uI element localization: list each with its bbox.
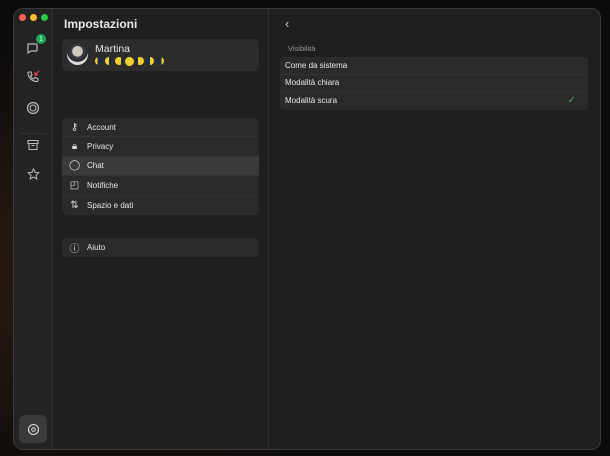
option-label: Come da sistema [285, 60, 348, 70]
menu-item-privacy[interactable]: 🔒︎ Privacy [62, 137, 259, 157]
maximize-button[interactable] [41, 14, 48, 21]
menu-item-label: Aiuto [87, 243, 106, 253]
starred-button[interactable] [22, 163, 44, 185]
minimize-button[interactable] [30, 14, 37, 21]
menu-item-label: Notifiche [87, 180, 119, 190]
detail-pane: ‹ Visibilità Come da sistema Modalità ch… [269, 9, 600, 449]
settings-button[interactable] [19, 415, 47, 443]
star-icon [26, 167, 40, 180]
nav-rail: 1 [14, 9, 53, 449]
profile-status-moons [95, 57, 164, 66]
archive-button[interactable] [22, 134, 44, 156]
phone-missed-icon [27, 70, 40, 83]
close-button[interactable] [19, 14, 26, 21]
profile-name: Martina [95, 43, 131, 55]
menu-item-account[interactable]: ⚷ Account [62, 118, 259, 138]
menu-item-chat[interactable]: ◯ Chat [62, 156, 259, 177]
menu-item-label: Chat [87, 161, 104, 171]
moon-icon [156, 57, 164, 65]
lock-icon: 🔒︎ [71, 141, 78, 153]
avatar [67, 44, 88, 65]
info-icon: ⓘ [69, 244, 80, 256]
option-system[interactable]: Come da sistema [280, 57, 588, 75]
menu-item-notifiche[interactable]: ◰ Notifiche [62, 176, 259, 196]
status-icon [26, 101, 40, 115]
option-light[interactable]: Modalità chiara [280, 75, 588, 92]
profile-card[interactable]: Martina [62, 39, 259, 71]
moon-icon [95, 57, 103, 65]
chat-bubble-icon: ◯ [69, 160, 81, 172]
window-controls [19, 14, 48, 21]
settings-panel: Impostazioni Martina ⚷ Account 🔒︎ Privacy … [53, 9, 269, 449]
archive-icon [27, 140, 39, 150]
key-icon: ⚷ [70, 121, 79, 133]
theme-options: Come da sistema Modalità chiara Modalità… [280, 57, 588, 110]
moon-icon [115, 57, 123, 65]
notification-icon: ◰ [69, 179, 80, 191]
back-button[interactable]: ‹ [285, 16, 289, 31]
moon-icon [146, 57, 154, 65]
arrows-updown-icon: ⇅ [70, 199, 79, 211]
checkmark-icon: ✓ [567, 95, 576, 107]
moon-icon [136, 57, 144, 65]
option-dark[interactable]: Modalità scura ✓ [280, 92, 588, 110]
menu-item-storage[interactable]: ⇅ Spazio e dati [62, 196, 259, 215]
menu-item-label: Spazio e dati [87, 200, 134, 210]
option-label: Modalità chiara [285, 78, 340, 88]
communities-button[interactable] [22, 97, 44, 119]
page-title: Impostazioni [64, 17, 138, 31]
menu-item-label: Account [87, 122, 116, 132]
moon-icon [125, 57, 134, 66]
app-window: 1 Impostazioni Martina ⚷ Account 🔒︎ Privac… [13, 8, 601, 450]
menu-item-aiuto[interactable]: ⓘ Aiuto [62, 238, 259, 257]
help-menu: ⓘ Aiuto [62, 238, 259, 258]
moon-icon [105, 57, 113, 65]
chevron-left-icon: ‹ [285, 16, 290, 31]
settings-menu: ⚷ Account 🔒︎ Privacy ◯ Chat ◰ Notifiche ⇅ Spa… [62, 118, 259, 215]
calls-button[interactable] [22, 66, 44, 88]
chats-button[interactable]: 1 [22, 34, 46, 59]
unread-badge: 1 [36, 34, 46, 44]
menu-item-label: Privacy [87, 142, 114, 152]
section-heading: Visibilità [288, 44, 316, 53]
settings-icon [27, 423, 39, 435]
option-label: Modalità scura [285, 96, 338, 106]
